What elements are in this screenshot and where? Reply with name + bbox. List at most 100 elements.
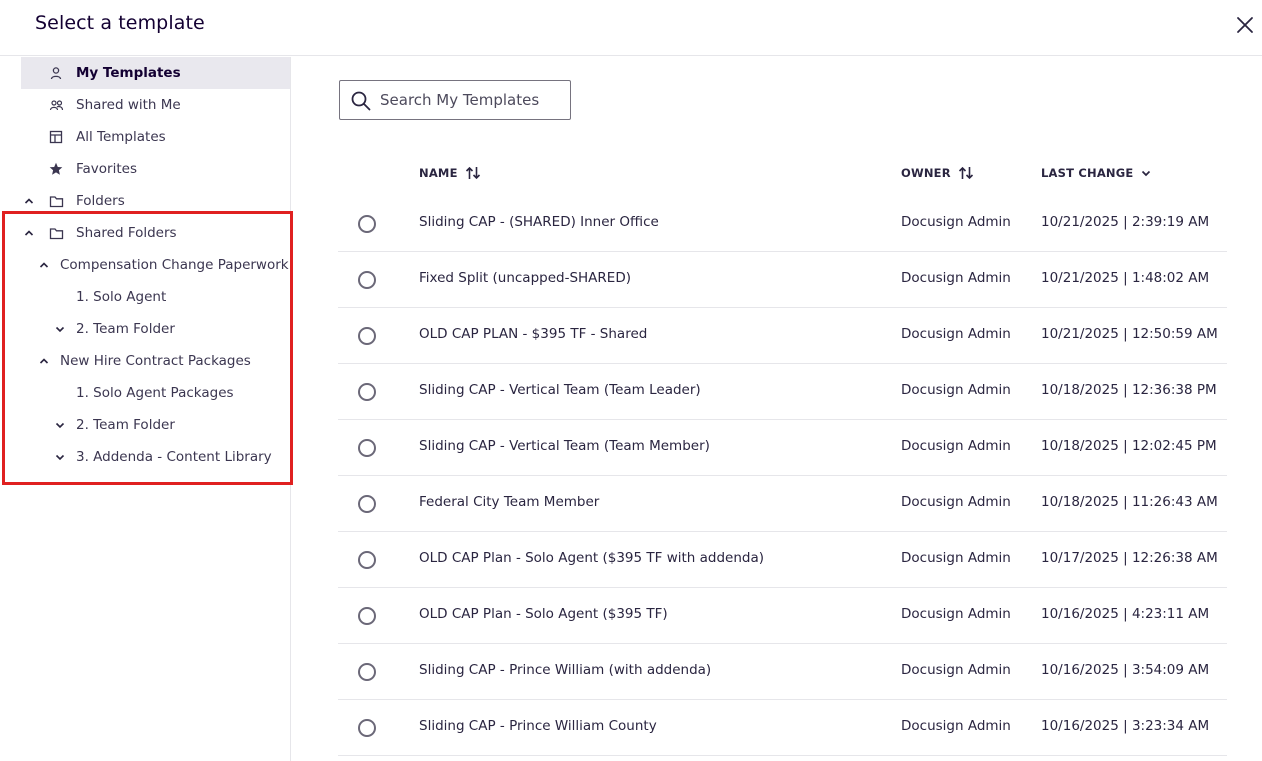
sidebar-item-label: Shared with Me xyxy=(76,97,181,113)
chevron-up-icon[interactable] xyxy=(36,353,52,369)
table-row[interactable]: OLD CAP Plan - Solo Agent ($395 TF with … xyxy=(338,532,1227,588)
template-last-change: 10/18/2025 | 12:36:38 PM xyxy=(1041,382,1217,398)
template-last-change: 10/21/2025 | 12:50:59 AM xyxy=(1041,326,1218,342)
template-owner: Docusign Admin xyxy=(901,718,1011,734)
column-header-name[interactable]: NAME xyxy=(419,164,481,182)
sidebar-item-team-folder[interactable]: 2. Team Folder xyxy=(21,313,290,345)
table-row[interactable]: Sliding CAP - Vertical Team (Team Leader… xyxy=(338,364,1227,420)
row-radio[interactable] xyxy=(358,271,376,289)
sidebar-item-new-hire-contract-packages[interactable]: New Hire Contract Packages xyxy=(21,345,290,377)
template-last-change: 10/16/2025 | 4:23:11 AM xyxy=(1041,606,1210,622)
chevron-down-icon[interactable] xyxy=(52,449,68,465)
close-icon xyxy=(1237,17,1253,33)
table-row[interactable]: Fixed Split (uncapped-SHARED) Docusign A… xyxy=(338,252,1227,308)
chevron-down-icon[interactable] xyxy=(52,417,68,433)
row-radio[interactable] xyxy=(358,383,376,401)
sidebar-item-label: 1. Solo Agent Packages xyxy=(76,385,234,401)
template-name: OLD CAP Plan - Solo Agent ($395 TF with … xyxy=(419,550,765,566)
template-owner: Docusign Admin xyxy=(901,438,1011,454)
sidebar-item-label: New Hire Contract Packages xyxy=(60,353,251,369)
search-icon xyxy=(351,91,371,111)
sidebar-item-label: 3. Addenda - Content Library xyxy=(76,449,272,465)
sidebar-item-solo-agent-packages[interactable]: 1. Solo Agent Packages xyxy=(21,377,290,409)
template-last-change: 10/16/2025 | 3:54:09 AM xyxy=(1041,662,1210,678)
table-row[interactable]: Sliding CAP - Prince William (with adden… xyxy=(338,644,1227,700)
row-radio[interactable] xyxy=(358,495,376,513)
template-name: OLD CAP PLAN - $395 TF - Shared xyxy=(419,326,648,342)
template-last-change: 10/18/2025 | 11:26:43 AM xyxy=(1041,494,1218,510)
sort-arrows-icon xyxy=(465,166,481,180)
row-radio[interactable] xyxy=(358,719,376,737)
person-icon xyxy=(48,65,64,81)
column-header-label: OWNER xyxy=(901,166,951,180)
template-name: Sliding CAP - Prince William (with adden… xyxy=(419,662,712,678)
template-owner: Docusign Admin xyxy=(901,606,1011,622)
sidebar-item-addenda-content-library[interactable]: 3. Addenda - Content Library xyxy=(21,441,290,473)
folder-icon xyxy=(48,225,64,241)
sidebar-item-label: 2. Team Folder xyxy=(76,417,175,433)
column-header-label: NAME xyxy=(419,166,458,180)
sidebar-item-solo-agent[interactable]: 1. Solo Agent xyxy=(21,281,290,313)
sidebar-item-label: My Templates xyxy=(76,65,181,81)
sidebar-item-folders[interactable]: Folders xyxy=(21,185,290,217)
dialog-title: Select a template xyxy=(35,12,205,34)
people-icon xyxy=(48,97,64,113)
templates-icon xyxy=(48,129,64,145)
sidebar-item-label: Favorites xyxy=(76,161,137,177)
template-last-change: 10/21/2025 | 1:48:02 AM xyxy=(1041,270,1210,286)
sidebar-item-shared-folders[interactable]: Shared Folders xyxy=(21,217,290,249)
sidebar: My Templates Shared with Me All Template… xyxy=(0,57,291,761)
chevron-down-icon xyxy=(1140,167,1152,179)
template-name: Federal City Team Member xyxy=(419,494,600,510)
template-owner: Docusign Admin xyxy=(901,494,1011,510)
chevron-up-icon[interactable] xyxy=(21,193,37,209)
template-last-change: 10/16/2025 | 3:23:34 AM xyxy=(1041,718,1210,734)
template-owner: Docusign Admin xyxy=(901,662,1011,678)
template-owner: Docusign Admin xyxy=(901,326,1011,342)
sidebar-item-shared-with-me[interactable]: Shared with Me xyxy=(21,89,290,121)
table-row[interactable]: Sliding CAP - Vertical Team (Team Member… xyxy=(338,420,1227,476)
template-last-change: 10/21/2025 | 2:39:19 AM xyxy=(1041,214,1210,230)
template-name: Sliding CAP - Vertical Team (Team Member… xyxy=(419,438,710,454)
column-header-last-change[interactable]: LAST CHANGE xyxy=(1041,164,1152,182)
sidebar-item-label: Folders xyxy=(76,193,125,209)
template-owner: Docusign Admin xyxy=(901,270,1011,286)
close-button[interactable] xyxy=(1232,12,1258,38)
table-row[interactable]: OLD CAP Plan - Solo Agent ($395 TF) Docu… xyxy=(338,588,1227,644)
column-header-label: LAST CHANGE xyxy=(1041,166,1134,180)
sidebar-item-label: All Templates xyxy=(76,129,166,145)
sidebar-item-all-templates[interactable]: All Templates xyxy=(21,121,290,153)
row-radio[interactable] xyxy=(358,215,376,233)
sidebar-item-compensation-change-paperwork[interactable]: Compensation Change Paperwork xyxy=(21,249,290,281)
row-radio[interactable] xyxy=(358,607,376,625)
table-row[interactable]: Sliding CAP - (SHARED) Inner Office Docu… xyxy=(338,196,1227,252)
template-owner: Docusign Admin xyxy=(901,550,1011,566)
sidebar-item-my-templates[interactable]: My Templates xyxy=(21,57,290,89)
chevron-down-icon[interactable] xyxy=(52,321,68,337)
table-row[interactable]: OLD CAP PLAN - $395 TF - Shared Docusign… xyxy=(338,308,1227,364)
sidebar-item-label: 1. Solo Agent xyxy=(76,289,167,305)
chevron-up-icon[interactable] xyxy=(36,257,52,273)
chevron-up-icon[interactable] xyxy=(21,225,37,241)
sidebar-item-favorites[interactable]: Favorites xyxy=(21,153,290,185)
dialog-header: Select a template xyxy=(0,0,1262,56)
row-radio[interactable] xyxy=(358,327,376,345)
star-icon xyxy=(48,161,64,177)
sidebar-item-label: Compensation Change Paperwork xyxy=(60,257,289,273)
template-name: OLD CAP Plan - Solo Agent ($395 TF) xyxy=(419,606,668,622)
template-last-change: 10/18/2025 | 12:02:45 PM xyxy=(1041,438,1217,454)
search-box[interactable] xyxy=(339,80,571,120)
template-owner: Docusign Admin xyxy=(901,382,1011,398)
table-row[interactable]: Federal City Team Member Docusign Admin … xyxy=(338,476,1227,532)
template-last-change: 10/17/2025 | 12:26:38 AM xyxy=(1041,550,1218,566)
column-header-owner[interactable]: OWNER xyxy=(901,164,974,182)
row-radio[interactable] xyxy=(358,551,376,569)
template-name: Sliding CAP - Prince William County xyxy=(419,718,657,734)
search-input[interactable] xyxy=(380,89,566,111)
row-radio[interactable] xyxy=(358,663,376,681)
table-row[interactable]: Sliding CAP - Prince William County Docu… xyxy=(338,700,1227,756)
sidebar-item-team-folder-2[interactable]: 2. Team Folder xyxy=(21,409,290,441)
sidebar-item-label: Shared Folders xyxy=(76,225,177,241)
sidebar-item-label: 2. Team Folder xyxy=(76,321,175,337)
row-radio[interactable] xyxy=(358,439,376,457)
